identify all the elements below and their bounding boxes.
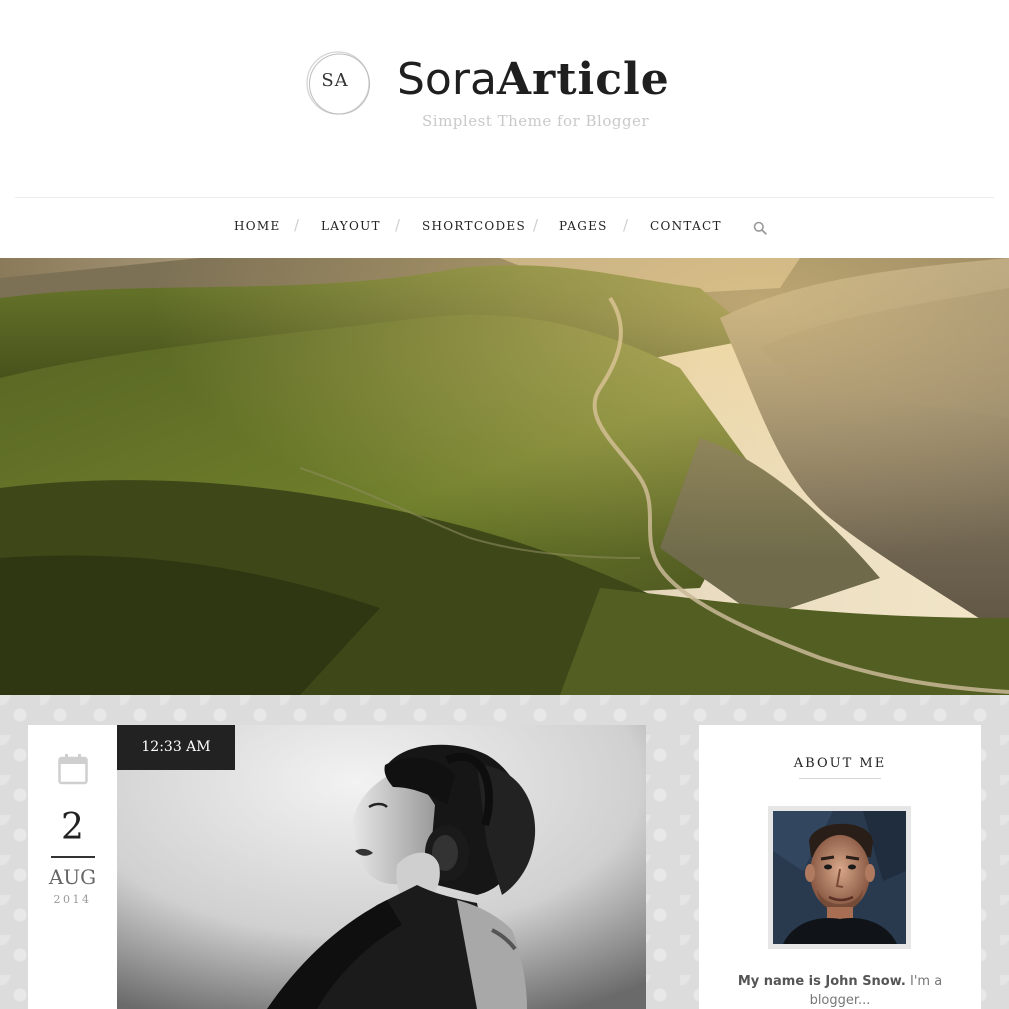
date-divider: [51, 856, 95, 858]
nav-item-shortcodes[interactable]: SHORTCODES: [422, 219, 526, 233]
site-title-bold: Article: [496, 54, 670, 105]
hero-image[interactable]: [0, 258, 1009, 695]
nav-item-home[interactable]: HOME: [234, 219, 281, 233]
search-icon[interactable]: [753, 221, 767, 235]
post-date-month: AUG: [48, 865, 97, 889]
post-time-badge: 12:33 AM: [117, 725, 235, 770]
nav-separator: /: [623, 216, 629, 234]
post-date-year: 2014: [53, 893, 92, 906]
nav-item-layout[interactable]: LAYOUT: [321, 219, 381, 233]
nav-separator: /: [533, 216, 539, 234]
about-me-title: ABOUT ME: [793, 756, 887, 771]
nav-item-contact[interactable]: CONTACT: [650, 219, 722, 233]
calendar-icon: [58, 754, 88, 785]
landscape-image: [0, 258, 1009, 695]
site-header: SA SoraArticle Simplest Theme for Blogge…: [0, 0, 1009, 197]
site-title-light: Sora: [397, 54, 497, 105]
about-title-underline: [799, 778, 881, 779]
about-me-text: My name is John Snow. I'm a blogger...: [730, 972, 950, 1009]
site-title[interactable]: SoraArticle: [397, 52, 670, 108]
site-tagline: Simplest Theme for Blogger: [422, 112, 650, 130]
avatar-photo: [773, 811, 906, 944]
logo-monogram: SA: [321, 70, 349, 91]
main-nav: HOME / LAYOUT / SHORTCODES / PAGES / CON…: [0, 197, 1009, 258]
about-me-name: My name is John Snow.: [737, 974, 906, 989]
site-logo[interactable]: SA: [305, 50, 371, 116]
about-avatar: [768, 806, 911, 949]
nav-separator: /: [395, 216, 401, 234]
nav-separator: /: [294, 216, 300, 234]
post-date-day: 2: [61, 807, 84, 848]
nav-item-pages[interactable]: PAGES: [559, 219, 608, 233]
